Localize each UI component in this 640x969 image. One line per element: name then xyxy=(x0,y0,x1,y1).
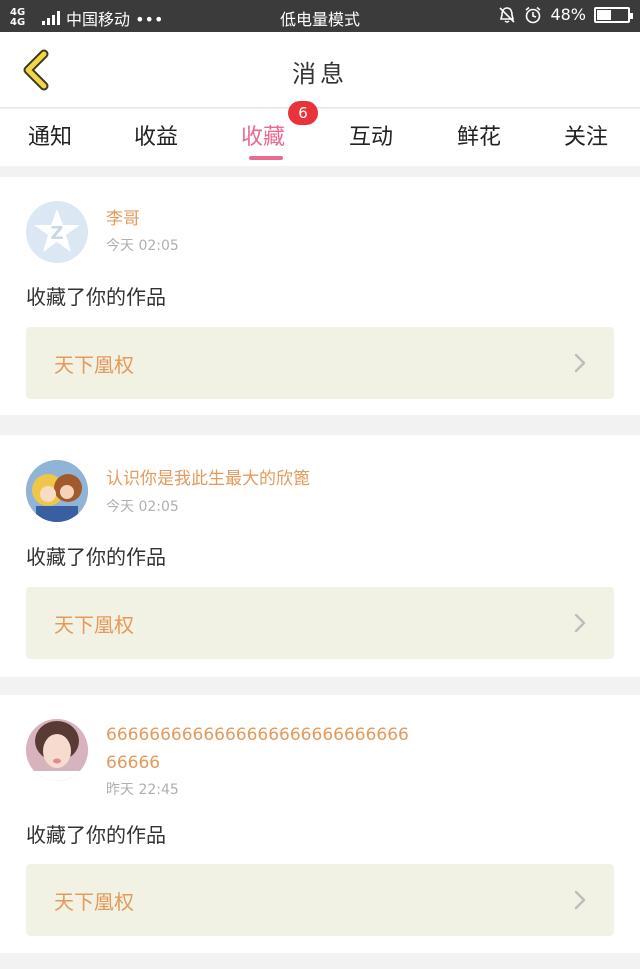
message-time: 昨天 22:45 xyxy=(106,782,179,798)
status-bar: 4G 4G 中国移动 ••• 低电量模式 48% xyxy=(0,0,640,32)
message-action: 收藏了你的作品 xyxy=(26,823,166,847)
user-name[interactable]: 认识你是我此生最大的欣篦 xyxy=(106,467,310,491)
tab-flowers[interactable]: 鲜花 xyxy=(457,119,501,151)
alarm-icon xyxy=(525,6,541,23)
tab-following[interactable]: 关注 xyxy=(564,119,608,151)
avatar[interactable] xyxy=(26,460,88,522)
star-avatar-icon: Z xyxy=(26,201,88,263)
avatar[interactable] xyxy=(26,719,88,781)
chevron-right-icon xyxy=(574,890,586,910)
bell-muted-icon xyxy=(499,6,516,23)
status-right: 48% xyxy=(498,5,633,24)
message-card: 6666666666666666666666666666 66666 昨天 22… xyxy=(0,695,640,953)
user-name-line-2[interactable]: 66666 xyxy=(106,751,160,775)
chevron-right-icon xyxy=(574,613,586,633)
work-link[interactable]: 天下凰权 xyxy=(26,327,614,399)
battery-fill xyxy=(597,9,612,20)
message-time: 今天 02:05 xyxy=(106,238,179,254)
work-link[interactable]: 天下凰权 xyxy=(26,864,614,936)
work-title: 天下凰权 xyxy=(54,890,134,914)
work-link[interactable]: 天下凰权 xyxy=(26,587,614,659)
avatar[interactable]: Z xyxy=(26,201,88,263)
work-title: 天下凰权 xyxy=(54,353,134,377)
tab-bar: 通知 收益 收藏 互动 鲜花 关注 xyxy=(0,109,640,166)
active-tab-indicator xyxy=(249,156,283,160)
tab-notifications[interactable]: 通知 xyxy=(28,119,72,151)
work-title: 天下凰权 xyxy=(54,613,134,637)
page-title: 消息 xyxy=(292,60,348,88)
battery-percent: 48% xyxy=(550,5,586,24)
chevron-right-icon xyxy=(574,353,586,373)
tab-earnings[interactable]: 收益 xyxy=(134,119,178,151)
favorites-count-badge: 6 xyxy=(288,101,318,125)
user-name-line-1[interactable]: 6666666666666666666666666666 xyxy=(106,723,409,747)
message-card: Z 李哥 今天 02:05 收藏了你的作品 天下凰权 xyxy=(0,177,640,415)
tab-interactions[interactable]: 互动 xyxy=(349,119,393,151)
message-action: 收藏了你的作品 xyxy=(26,545,166,569)
message-time: 今天 02:05 xyxy=(106,499,179,515)
svg-text:Z: Z xyxy=(50,223,63,244)
user-name[interactable]: 李哥 xyxy=(106,207,140,231)
message-action: 收藏了你的作品 xyxy=(26,285,166,309)
message-card: 认识你是我此生最大的欣篦 今天 02:05 收藏了你的作品 天下凰权 xyxy=(0,435,640,677)
battery-icon xyxy=(594,6,633,23)
nav-header: 消息 xyxy=(0,32,640,108)
anime-couple-avatar-icon xyxy=(26,460,88,522)
tab-favorites[interactable]: 收藏 xyxy=(241,119,285,151)
portrait-avatar-icon xyxy=(26,719,88,781)
